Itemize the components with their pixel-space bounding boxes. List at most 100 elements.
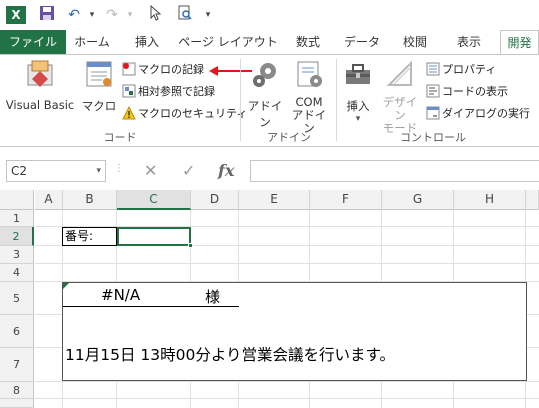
formula-bar: C2 ▾ ⋮ ✕ ✓ fx (0, 147, 539, 193)
row-header-3[interactable]: 3 (0, 246, 34, 264)
row-header-6[interactable]: 6 (0, 315, 34, 348)
tab-formulas[interactable]: 数式 (284, 30, 332, 54)
tab-review[interactable]: 校閲 (392, 30, 438, 54)
properties-button[interactable]: プロパティ (426, 61, 496, 79)
macro-security-button[interactable]: マクロのセキュリティ (122, 105, 247, 123)
row-header-1[interactable]: 1 (0, 210, 34, 227)
excel-logo: X (6, 6, 26, 24)
addins-group-label: アドイン (267, 131, 311, 144)
tab-view[interactable]: 表示 (442, 30, 496, 54)
ribbon-tabs: ファイル ホーム 挿入 ページ レイアウト 数式 データ 校閲 表示 開発 (0, 30, 539, 55)
properties-label: プロパティ (442, 63, 497, 76)
addins-label: アドイン (247, 99, 283, 129)
insert-function-icon[interactable]: fx (218, 160, 234, 182)
meeting-message: 11月15日 13時00分より営業会議を行います。 (65, 346, 395, 364)
name-box[interactable]: C2 ▾ (6, 160, 106, 182)
gridline (35, 398, 539, 399)
com-addins-icon (288, 59, 330, 92)
selected-cell-c2[interactable] (117, 227, 193, 248)
quick-access-toolbar: X ↶ ▾ ↷ ▾ ▾ (0, 0, 539, 30)
fill-handle[interactable] (188, 243, 193, 248)
visual-basic-button[interactable]: Visual Basic (4, 59, 76, 112)
view-code-label: コードの表示 (442, 85, 508, 98)
group-separator (240, 59, 241, 141)
tab-home[interactable]: ホーム (66, 30, 118, 54)
row-header-7[interactable]: 7 (0, 348, 34, 382)
insert-control-button[interactable]: 挿入 ▾ (340, 59, 376, 124)
redo-dropdown-icon[interactable]: ▾ (124, 5, 136, 25)
row-header-next[interactable] (0, 399, 34, 408)
column-header-b[interactable]: B (63, 190, 117, 210)
macro-button[interactable]: マクロ (80, 59, 118, 114)
name-box-value: C2 (11, 164, 28, 178)
column-header-a[interactable]: A (35, 190, 63, 210)
group-separator (336, 59, 337, 141)
com-addins-button[interactable]: COM アドイン (288, 59, 330, 135)
tab-insert[interactable]: 挿入 (122, 30, 172, 54)
row-header-5[interactable]: 5 (0, 282, 34, 315)
column-header-h[interactable]: H (454, 190, 526, 210)
properties-icon (426, 62, 440, 76)
view-code-icon (426, 84, 440, 98)
warning-icon (122, 105, 136, 120)
cell-b2-number-label[interactable]: 番号: (62, 227, 117, 246)
insert-control-label: 挿入 (346, 99, 370, 113)
cancel-icon[interactable]: ✕ (144, 160, 157, 182)
tab-developer[interactable]: 開発 (500, 30, 539, 55)
design-mode-button[interactable]: デザイン モード (378, 59, 422, 135)
column-header-c[interactable]: C (117, 190, 191, 210)
gridline (35, 381, 539, 382)
run-dialog-icon (426, 106, 440, 120)
column-header-f[interactable]: F (310, 190, 382, 210)
macro-security-label: マクロのセキュリティ (138, 107, 248, 120)
column-header-d[interactable]: D (191, 190, 239, 210)
enter-icon[interactable]: ✓ (182, 160, 195, 182)
formula-bar-grip-icon: ⋮ (114, 163, 124, 174)
relative-reference-button[interactable]: 相対参照で記録 (122, 83, 215, 101)
tab-page-layout[interactable]: ページ レイアウト (176, 30, 280, 54)
undo-dropdown-icon[interactable]: ▾ (86, 5, 98, 25)
redo-icon[interactable]: ↷ (104, 5, 120, 25)
row-header-2[interactable]: 2 (0, 227, 34, 246)
design-mode-icon (378, 59, 422, 92)
column-header-next[interactable] (526, 190, 539, 210)
undo-icon[interactable]: ↶ (66, 5, 82, 25)
select-all-corner[interactable] (0, 190, 34, 210)
macro-label: マクロ (81, 99, 117, 113)
honorific: 様 (205, 288, 221, 306)
toolbox-icon (340, 59, 376, 92)
tab-file[interactable]: ファイル (0, 30, 66, 54)
print-preview-icon[interactable] (176, 5, 194, 25)
visual-basic-icon (4, 59, 76, 92)
formula-input[interactable] (250, 160, 539, 182)
addins-button[interactable]: アドイン (244, 59, 286, 130)
gridline (35, 263, 539, 264)
relative-reference-label: 相対参照で記録 (138, 85, 215, 98)
record-macro-icon (122, 62, 136, 76)
insert-control-dropdown-icon: ▾ (355, 114, 361, 124)
pointer-select-icon[interactable] (148, 4, 164, 25)
column-header-e[interactable]: E (239, 190, 310, 210)
customize-qat-icon[interactable]: ▾ (202, 5, 214, 25)
macro-icon (80, 59, 118, 92)
visual-basic-label: Visual Basic (5, 98, 75, 112)
row-header-4[interactable]: 4 (0, 264, 34, 282)
code-group-label: コード (103, 131, 137, 144)
recipient-name: #N/A (101, 286, 141, 304)
run-dialog-button[interactable]: ダイアログの実行 (426, 105, 530, 123)
save-icon[interactable] (38, 5, 56, 25)
run-dialog-label: ダイアログの実行 (442, 107, 530, 120)
row-header-8[interactable]: 8 (0, 382, 34, 399)
view-code-button[interactable]: コードの表示 (426, 83, 508, 101)
design-mode-label-line1: デザイン (382, 95, 418, 122)
tab-data[interactable]: データ (336, 30, 388, 54)
merged-message-box[interactable]: #N/A 様 11月15日 13時00分より営業会議を行います。 (62, 282, 527, 381)
formula-buttons: ✕ ✓ fx (128, 160, 248, 182)
record-macro-label: マクロの記録 (138, 63, 204, 76)
relative-reference-icon (122, 84, 136, 98)
gear-icon (244, 59, 286, 92)
name-box-dropdown-icon[interactable]: ▾ (96, 161, 101, 181)
record-macro-button[interactable]: マクロの記録 (122, 61, 204, 79)
column-header-g[interactable]: G (382, 190, 454, 210)
ribbon: Visual Basic マクロ マクロの記録 相対参照で記録 マクロのセキュリ… (0, 54, 539, 147)
